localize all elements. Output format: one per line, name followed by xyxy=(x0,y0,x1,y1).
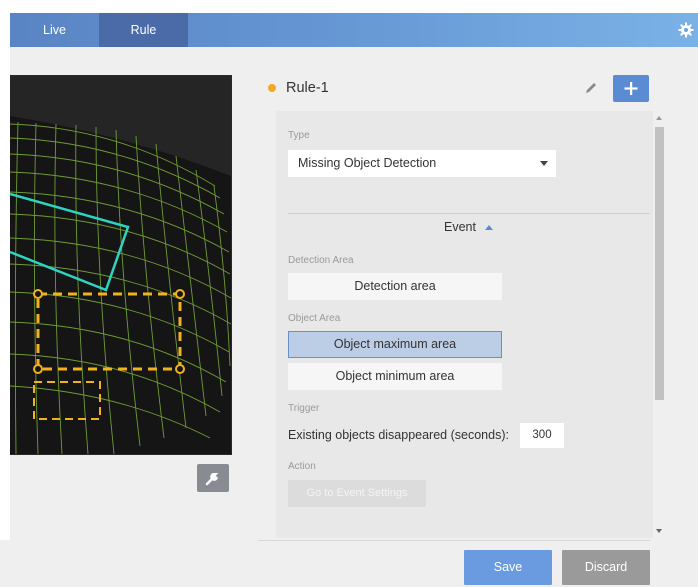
tab-live[interactable]: Live xyxy=(10,13,99,47)
chevron-down-icon xyxy=(540,161,548,166)
top-nav-bar: Live Rule xyxy=(10,13,698,47)
camera-overlay xyxy=(10,76,231,454)
event-section-toggle[interactable]: Event xyxy=(444,220,476,234)
footer-divider xyxy=(258,540,650,541)
object-minimum-area-button[interactable]: Object minimum area xyxy=(288,363,502,390)
camera-preview[interactable] xyxy=(10,75,232,455)
action-label: Action xyxy=(288,461,316,472)
tab-rule[interactable]: Rule xyxy=(99,13,188,47)
pencil-icon[interactable] xyxy=(583,80,599,96)
gear-icon[interactable] xyxy=(678,22,694,38)
type-select-value: Missing Object Detection xyxy=(298,156,437,170)
section-divider xyxy=(288,213,650,214)
scroll-up-arrow-icon[interactable] xyxy=(656,116,662,120)
plus-icon xyxy=(624,82,638,95)
type-select[interactable]: Missing Object Detection xyxy=(288,150,556,177)
object-maximum-area-button[interactable]: Object maximum area xyxy=(288,331,502,358)
add-rule-button[interactable] xyxy=(613,75,649,102)
scrollbar-thumb[interactable] xyxy=(655,127,664,400)
trigger-description: Existing objects disappeared (seconds): xyxy=(288,428,509,442)
scroll-down-arrow-icon[interactable] xyxy=(656,529,662,533)
rule-name: Rule-1 xyxy=(286,80,329,96)
detection-area-button[interactable]: Detection area xyxy=(288,273,502,300)
rule-status-dot xyxy=(268,84,276,92)
discard-button[interactable]: Discard xyxy=(562,550,650,585)
wrench-icon xyxy=(205,473,219,486)
detection-area-label: Detection Area xyxy=(288,255,354,266)
trigger-seconds-input[interactable]: 300 xyxy=(520,423,564,448)
camera-tool-button[interactable] xyxy=(197,464,229,492)
chevron-up-icon[interactable] xyxy=(485,225,493,230)
object-area-label: Object Area xyxy=(288,313,341,324)
type-label: Type xyxy=(288,130,310,141)
trigger-label: Trigger xyxy=(288,403,320,414)
go-to-event-settings-button[interactable]: Go to Event Settings xyxy=(288,480,426,507)
save-button[interactable]: Save xyxy=(464,550,552,585)
